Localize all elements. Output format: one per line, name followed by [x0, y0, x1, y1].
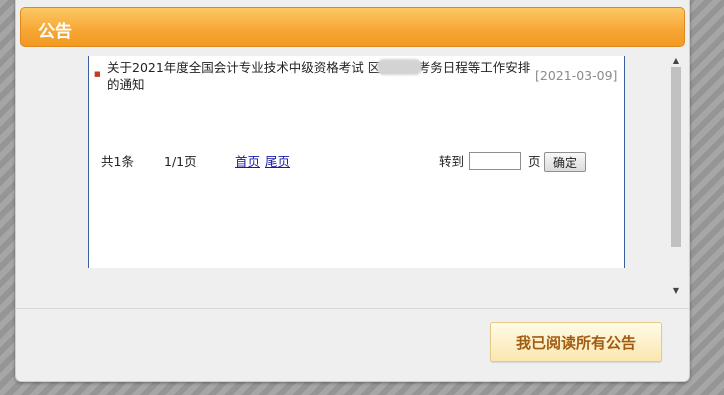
notice-date: [2021-03-09] — [535, 68, 618, 83]
scroll-thumb[interactable] — [671, 67, 681, 247]
announcement-dialog: 公告 ■ 关于2021年度全国会计专业技术中级资格考试 区报名及考务日程等工作安… — [15, 0, 690, 382]
notice-list-frame: ■ 关于2021年度全国会计专业技术中级资格考试 区报名及考务日程等工作安排的通… — [88, 56, 625, 268]
pager: 共1条 1/1页 首页 尾页 转到 页 确定 — [89, 152, 624, 176]
scroll-down-icon[interactable]: ▼ — [669, 286, 683, 296]
notice-link[interactable]: 关于2021年度全国会计专业技术中级资格考试 区报名及考务日程等工作安排的通知 — [107, 59, 533, 93]
dialog-title: 公告 — [38, 22, 72, 42]
content-scrollbar[interactable]: ▲ ▼ — [669, 56, 683, 298]
page-number-input[interactable] — [469, 152, 521, 170]
dialog-header: 公告 — [20, 7, 685, 47]
scroll-up-icon[interactable]: ▲ — [669, 56, 683, 66]
bullet-icon: ■ — [94, 70, 101, 78]
read-all-button[interactable]: 我已阅读所有公告 — [490, 322, 662, 362]
pager-first-link[interactable]: 首页 — [235, 154, 260, 170]
pager-goto-label: 转到 — [439, 154, 465, 169]
goto-confirm-button[interactable]: 确定 — [544, 152, 586, 172]
pager-page-info: 1/1页 — [164, 154, 197, 169]
pager-total: 共1条 — [101, 154, 134, 169]
pager-last-link[interactable]: 尾页 — [265, 154, 290, 170]
pager-page-unit: 页 — [528, 154, 541, 169]
redacted-region — [377, 59, 422, 75]
footer-divider — [16, 308, 689, 309]
